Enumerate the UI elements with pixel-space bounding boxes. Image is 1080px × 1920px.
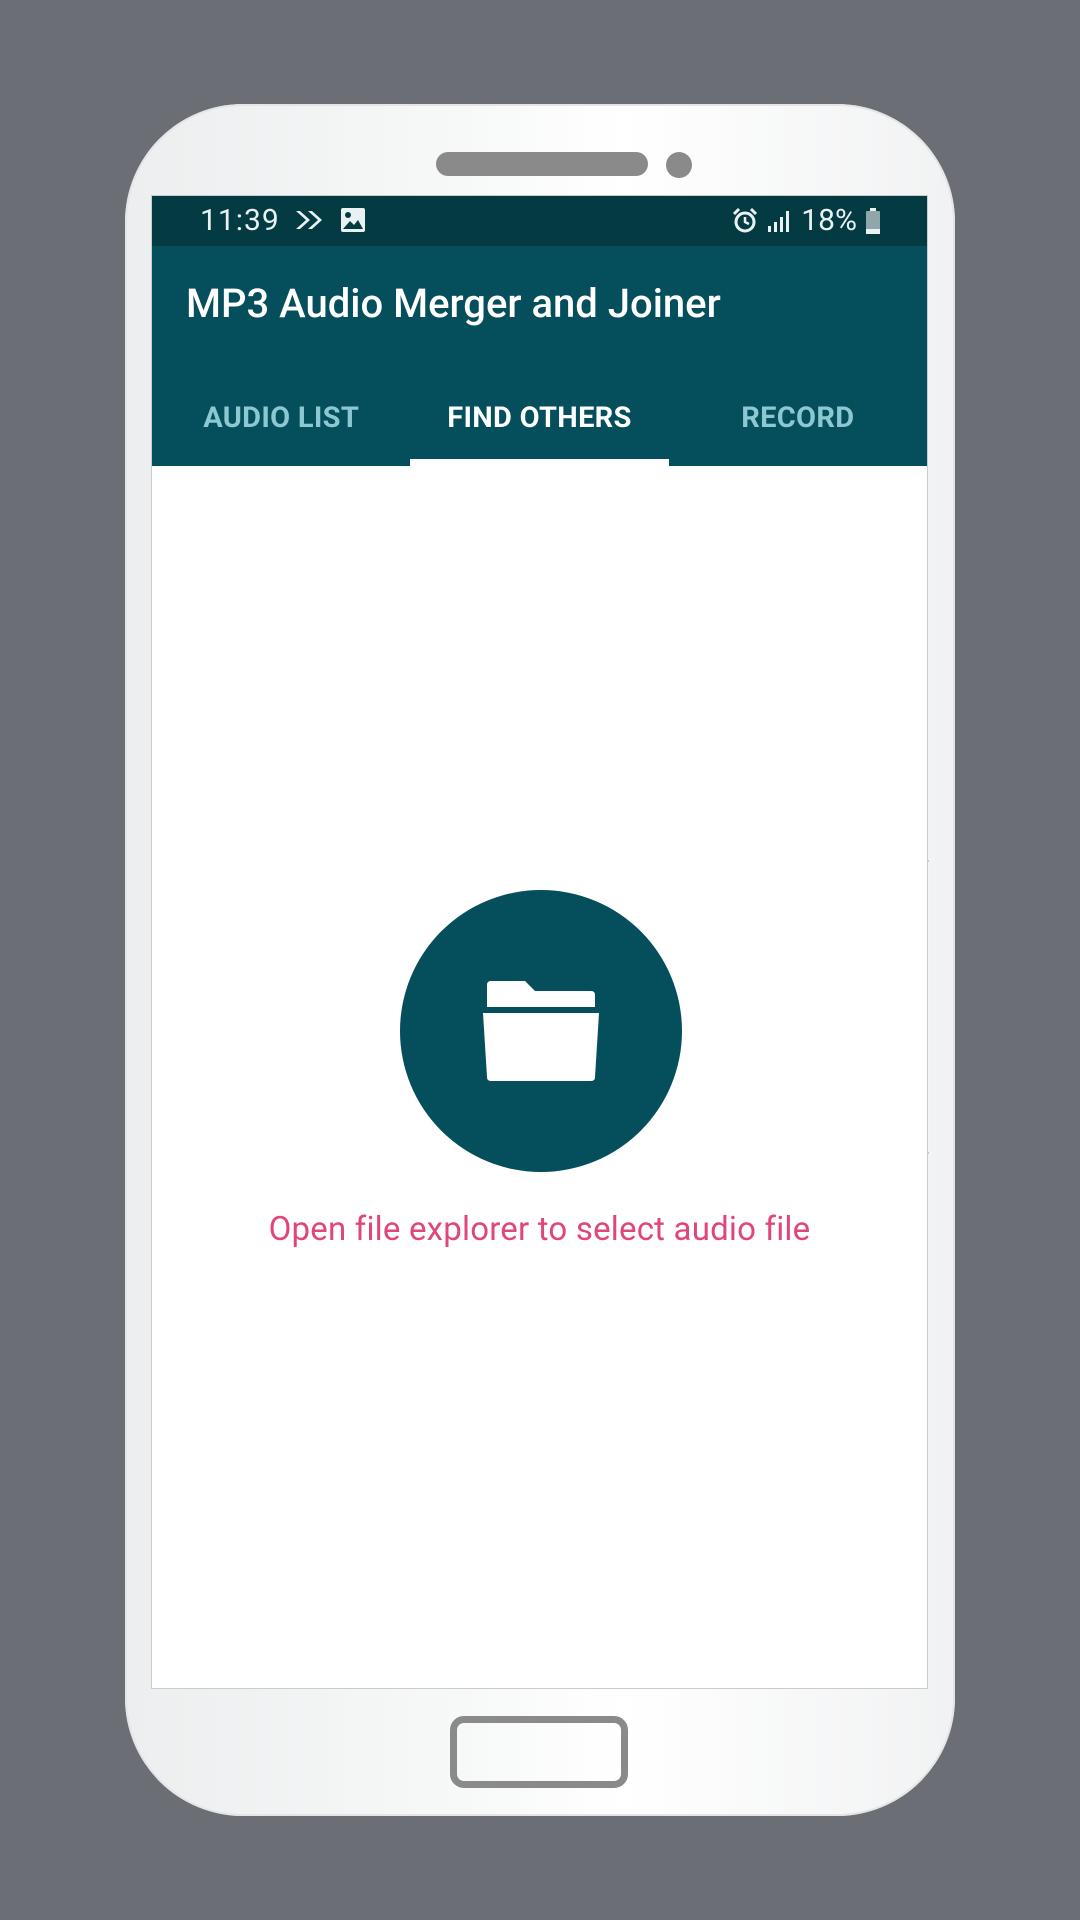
phone-camera — [666, 152, 692, 178]
battery-text: 18% — [801, 203, 857, 238]
phone-speaker — [436, 152, 648, 176]
battery-icon — [865, 207, 881, 235]
open-file-explorer-button[interactable] — [400, 890, 682, 1172]
tab-find-others[interactable]: FIND OTHERS — [410, 370, 669, 466]
alarm-icon — [731, 207, 759, 235]
status-notification-icons — [294, 207, 366, 233]
status-system-icons: 18% — [731, 203, 881, 238]
tab-record[interactable]: RECORD — [669, 370, 927, 466]
phone-home-button[interactable] — [450, 1716, 628, 1788]
forward-arrows-icon — [294, 207, 326, 233]
tab-audio-list[interactable]: AUDIO LIST — [152, 370, 410, 466]
status-time: 11:39 — [200, 203, 280, 238]
file-explorer-hint: Open file explorer to select audio file — [268, 1210, 811, 1249]
image-icon — [340, 207, 366, 233]
app-screen: 11:39 18% MP3 Audio Merger and Joiner AU… — [152, 196, 927, 1688]
folder-open-icon — [479, 979, 603, 1083]
app-title: MP3 Audio Merger and Joiner — [186, 280, 721, 327]
status-bar: 11:39 18% — [152, 196, 927, 246]
find-others-panel: Open file explorer to select audio file — [152, 466, 927, 1688]
tab-bar: AUDIO LIST FIND OTHERS RECORD — [152, 370, 927, 466]
app-bar: MP3 Audio Merger and Joiner — [152, 246, 927, 370]
signal-icon — [767, 208, 793, 234]
